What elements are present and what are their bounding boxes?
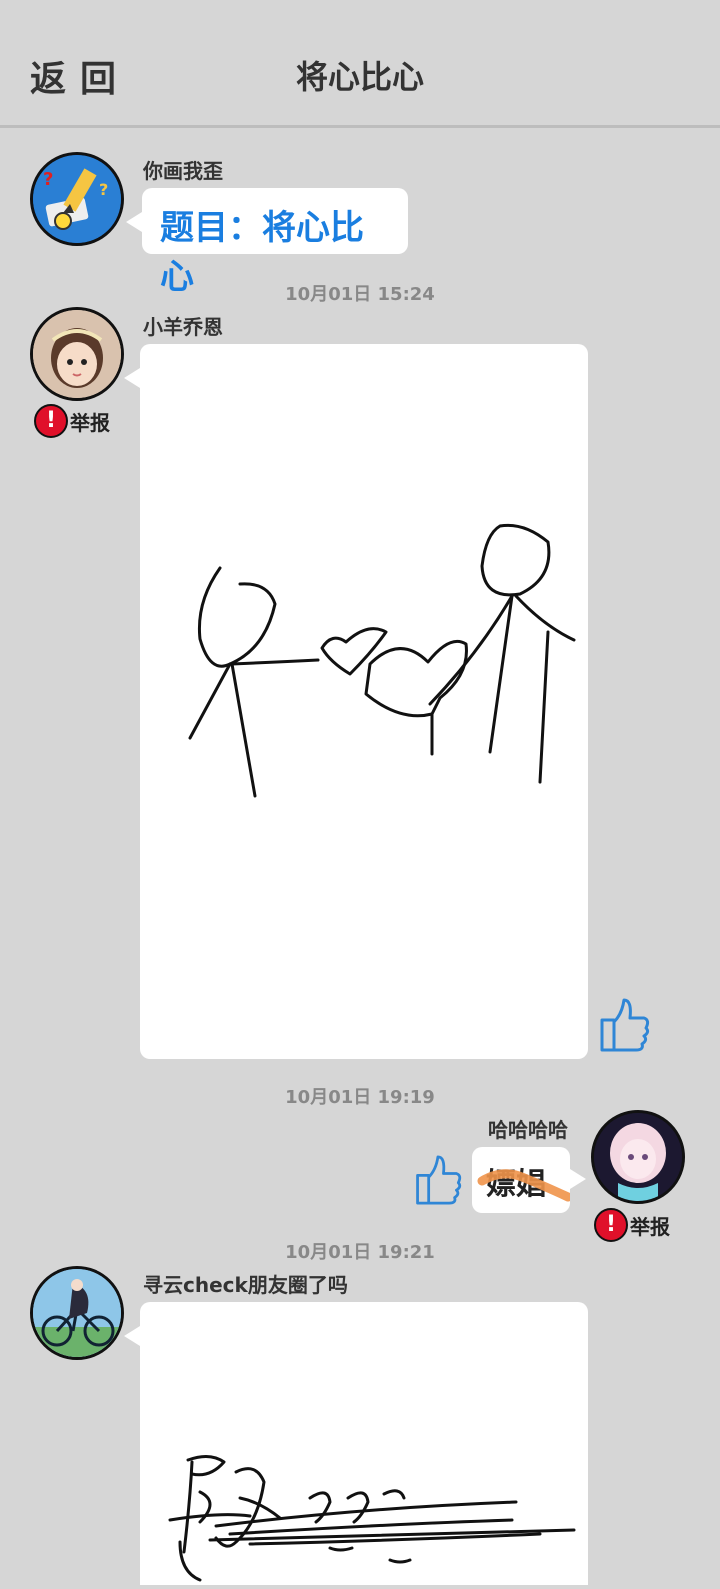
drawing-canvas xyxy=(168,1455,576,1582)
report-label: 举报 xyxy=(630,1214,670,1239)
thumbs-up-icon[interactable] xyxy=(412,1152,462,1208)
drawing-bubble[interactable] xyxy=(124,344,588,1059)
report-button[interactable]: ! 举报 xyxy=(34,404,110,438)
avatar[interactable] xyxy=(30,1266,124,1360)
anime-girl-avatar-icon xyxy=(594,1113,682,1201)
thumbs-up-icon[interactable] xyxy=(596,996,650,1054)
sender-name: 寻云check朋友圈了吗 xyxy=(143,1273,348,1297)
avatar[interactable] xyxy=(591,1110,685,1204)
girl-avatar-icon xyxy=(33,310,121,398)
avatar[interactable]: ? ? xyxy=(30,152,124,246)
top-bar: 返回 将心比心 xyxy=(0,0,720,128)
avatar[interactable] xyxy=(30,307,124,401)
sender-name: 你画我歪 xyxy=(143,159,223,183)
drawing-canvas xyxy=(188,523,576,798)
drawing-bubble[interactable] xyxy=(124,1302,588,1585)
message-bubble: 嫖娼 xyxy=(472,1147,586,1213)
timestamp: 10月01日 15:24 xyxy=(285,284,435,305)
report-button[interactable]: ! 举报 xyxy=(594,1208,670,1242)
svg-text:?: ? xyxy=(99,180,108,199)
timestamp: 10月01日 19:21 xyxy=(285,1242,435,1263)
cyclist-avatar-icon xyxy=(33,1269,121,1357)
pencil-logo-icon: ? ? xyxy=(33,155,121,243)
scribble-overlay xyxy=(477,1169,570,1202)
topic-bubble: 题目：将心比心 xyxy=(126,188,408,297)
exclamation-icon: ! xyxy=(594,1208,628,1242)
exclamation-icon: ! xyxy=(34,404,68,438)
sender-name: 小羊乔恩 xyxy=(143,315,223,339)
timestamp: 10月01日 19:19 xyxy=(285,1087,435,1108)
sender-name: 哈哈哈哈 xyxy=(488,1118,568,1142)
report-label: 举报 xyxy=(70,410,110,435)
page-title: 将心比心 xyxy=(295,58,424,96)
svg-text:?: ? xyxy=(43,169,53,190)
